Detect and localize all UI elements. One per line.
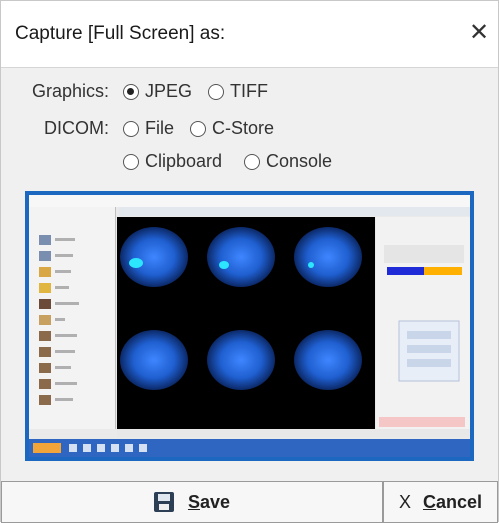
radio-file-label: File: [145, 118, 175, 138]
screen-preview: [29, 195, 470, 457]
button-bar: Save X Cancel: [1, 481, 498, 523]
close-icon[interactable]: ✕: [463, 17, 495, 49]
capture-dialog: Capture [Full Screen] as: ✕ Graphics: JP…: [0, 0, 499, 523]
radio-jpeg-button[interactable]: [123, 83, 139, 100]
radio-cstore-label: C-Store: [212, 118, 275, 138]
radio-tiff-button[interactable]: [208, 83, 224, 100]
radio-console[interactable]: Console: [244, 151, 332, 172]
radio-jpeg-label: JPEG: [145, 81, 193, 101]
preview-frame: [25, 191, 474, 461]
radio-file-button[interactable]: [123, 120, 139, 137]
title-bar: Capture [Full Screen] as: ✕: [1, 1, 498, 68]
radio-clipboard-button[interactable]: [123, 153, 139, 170]
save-button-label: Save: [187, 491, 231, 512]
radio-jpeg[interactable]: JPEG: [123, 81, 192, 102]
radio-cstore[interactable]: C-Store: [190, 118, 274, 139]
radio-clipboard-label: Clipboard: [145, 151, 223, 171]
radio-tiff[interactable]: TIFF: [208, 81, 268, 102]
graphics-label: Graphics:: [31, 81, 109, 101]
floppy-disk-icon: [153, 492, 174, 512]
radio-cstore-button[interactable]: [190, 120, 206, 137]
cancel-button[interactable]: X Cancel: [383, 481, 498, 523]
radio-console-label: Console: [266, 151, 333, 171]
radio-console-button[interactable]: [244, 153, 260, 170]
x-icon: X: [398, 491, 411, 512]
radio-tiff-label: TIFF: [230, 81, 268, 101]
preview-thumbnail: [29, 195, 470, 457]
save-button[interactable]: Save: [1, 481, 383, 523]
radio-file[interactable]: File: [123, 118, 174, 139]
cancel-button-label: Cancel: [422, 491, 483, 512]
radio-clipboard[interactable]: Clipboard: [123, 151, 222, 172]
dicom-label: DICOM:: [44, 118, 109, 138]
dialog-title: Capture [Full Screen] as:: [15, 23, 226, 44]
